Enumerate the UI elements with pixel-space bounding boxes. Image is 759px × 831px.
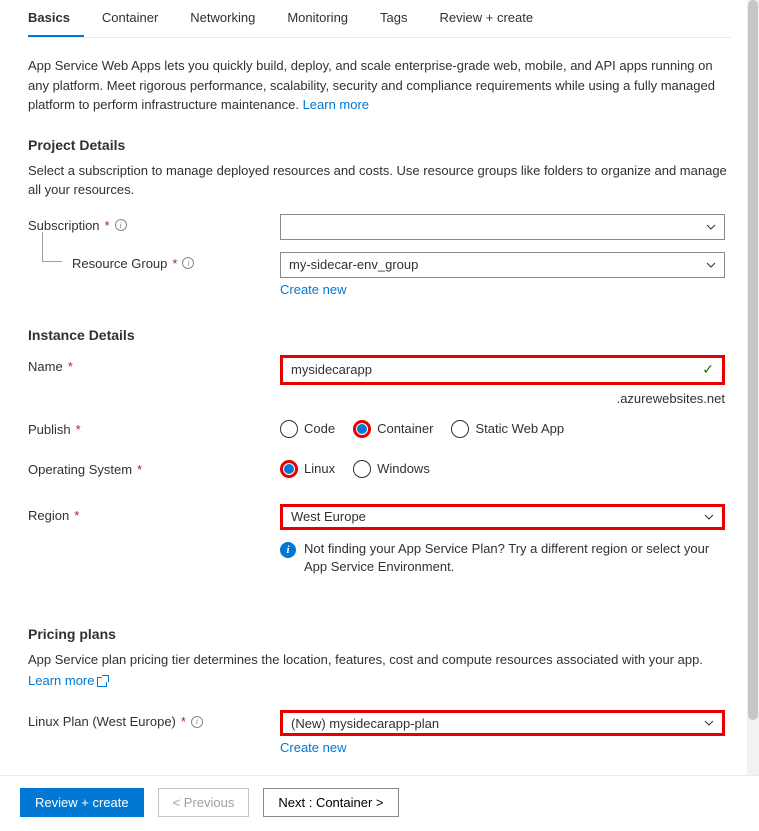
tabs-bar: Basics Container Networking Monitoring T… — [28, 0, 731, 38]
check-icon: ✓ — [702, 361, 714, 378]
instance-details-title: Instance Details — [28, 327, 731, 343]
region-label: Region * — [28, 504, 280, 523]
previous-button: < Previous — [158, 788, 250, 817]
linux-plan-dropdown[interactable]: (New) mysidecarapp-plan — [280, 710, 725, 736]
chevron-down-icon — [706, 260, 716, 270]
pricing-title: Pricing plans — [28, 626, 731, 642]
pricing-desc: App Service plan pricing tier determines… — [28, 650, 731, 670]
scrollbar[interactable] — [747, 0, 759, 775]
tab-container[interactable]: Container — [102, 0, 172, 37]
os-linux-radio[interactable]: Linux — [280, 460, 335, 478]
publish-container-radio[interactable]: Container — [353, 420, 433, 438]
next-button[interactable]: Next : Container > — [263, 788, 398, 817]
tab-review-create[interactable]: Review + create — [440, 0, 548, 37]
required-indicator: * — [68, 359, 73, 374]
info-icon[interactable]: i — [191, 716, 203, 728]
domain-suffix: .azurewebsites.net — [280, 391, 725, 406]
project-details-title: Project Details — [28, 137, 731, 153]
review-create-button[interactable]: Review + create — [20, 788, 144, 817]
intro-text: App Service Web Apps lets you quickly bu… — [28, 56, 731, 115]
tab-basics[interactable]: Basics — [28, 0, 84, 37]
required-indicator: * — [74, 508, 79, 523]
create-new-resource-group-link[interactable]: Create new — [280, 282, 346, 297]
publish-radio-group: Code Container Static Web App — [280, 418, 725, 438]
project-details-desc: Select a subscription to manage deployed… — [28, 161, 731, 200]
linux-plan-label: Linux Plan (West Europe) * i — [28, 710, 280, 729]
info-icon[interactable]: i — [182, 257, 194, 269]
tab-tags[interactable]: Tags — [380, 0, 421, 37]
publish-static-web-app-radio[interactable]: Static Web App — [451, 420, 564, 438]
os-radio-group: Linux Windows — [280, 458, 725, 478]
required-indicator: * — [76, 422, 81, 437]
pricing-learn-more-link[interactable]: Learn more — [28, 673, 107, 688]
external-link-icon — [97, 677, 107, 687]
chevron-down-icon — [704, 718, 714, 728]
resource-group-label: Resource Group * i — [28, 252, 280, 271]
required-indicator: * — [181, 714, 186, 729]
os-windows-radio[interactable]: Windows — [353, 460, 430, 478]
info-icon: i — [280, 542, 296, 558]
subscription-dropdown[interactable] — [280, 214, 725, 240]
intro-copy: App Service Web Apps lets you quickly bu… — [28, 58, 715, 112]
footer-bar: Review + create < Previous Next : Contai… — [0, 775, 759, 829]
tab-networking[interactable]: Networking — [190, 0, 269, 37]
resource-group-dropdown[interactable]: my-sidecar-env_group — [280, 252, 725, 278]
name-label: Name * — [28, 355, 280, 374]
name-input[interactable]: mysidecarapp ✓ — [280, 355, 725, 385]
publish-label: Publish * — [28, 418, 280, 437]
required-indicator: * — [137, 462, 142, 477]
required-indicator: * — [172, 256, 177, 271]
chevron-down-icon — [706, 222, 716, 232]
info-icon[interactable]: i — [115, 219, 127, 231]
subscription-label: Subscription * i — [28, 214, 280, 233]
publish-code-radio[interactable]: Code — [280, 420, 335, 438]
os-label: Operating System * — [28, 458, 280, 477]
region-info-text: Not finding your App Service Plan? Try a… — [304, 540, 725, 576]
create-new-plan-link[interactable]: Create new — [280, 740, 346, 755]
chevron-down-icon — [704, 512, 714, 522]
region-dropdown[interactable]: West Europe — [280, 504, 725, 530]
scrollbar-thumb[interactable] — [748, 0, 758, 720]
learn-more-link[interactable]: Learn more — [303, 97, 369, 112]
required-indicator: * — [105, 218, 110, 233]
tab-monitoring[interactable]: Monitoring — [287, 0, 362, 37]
